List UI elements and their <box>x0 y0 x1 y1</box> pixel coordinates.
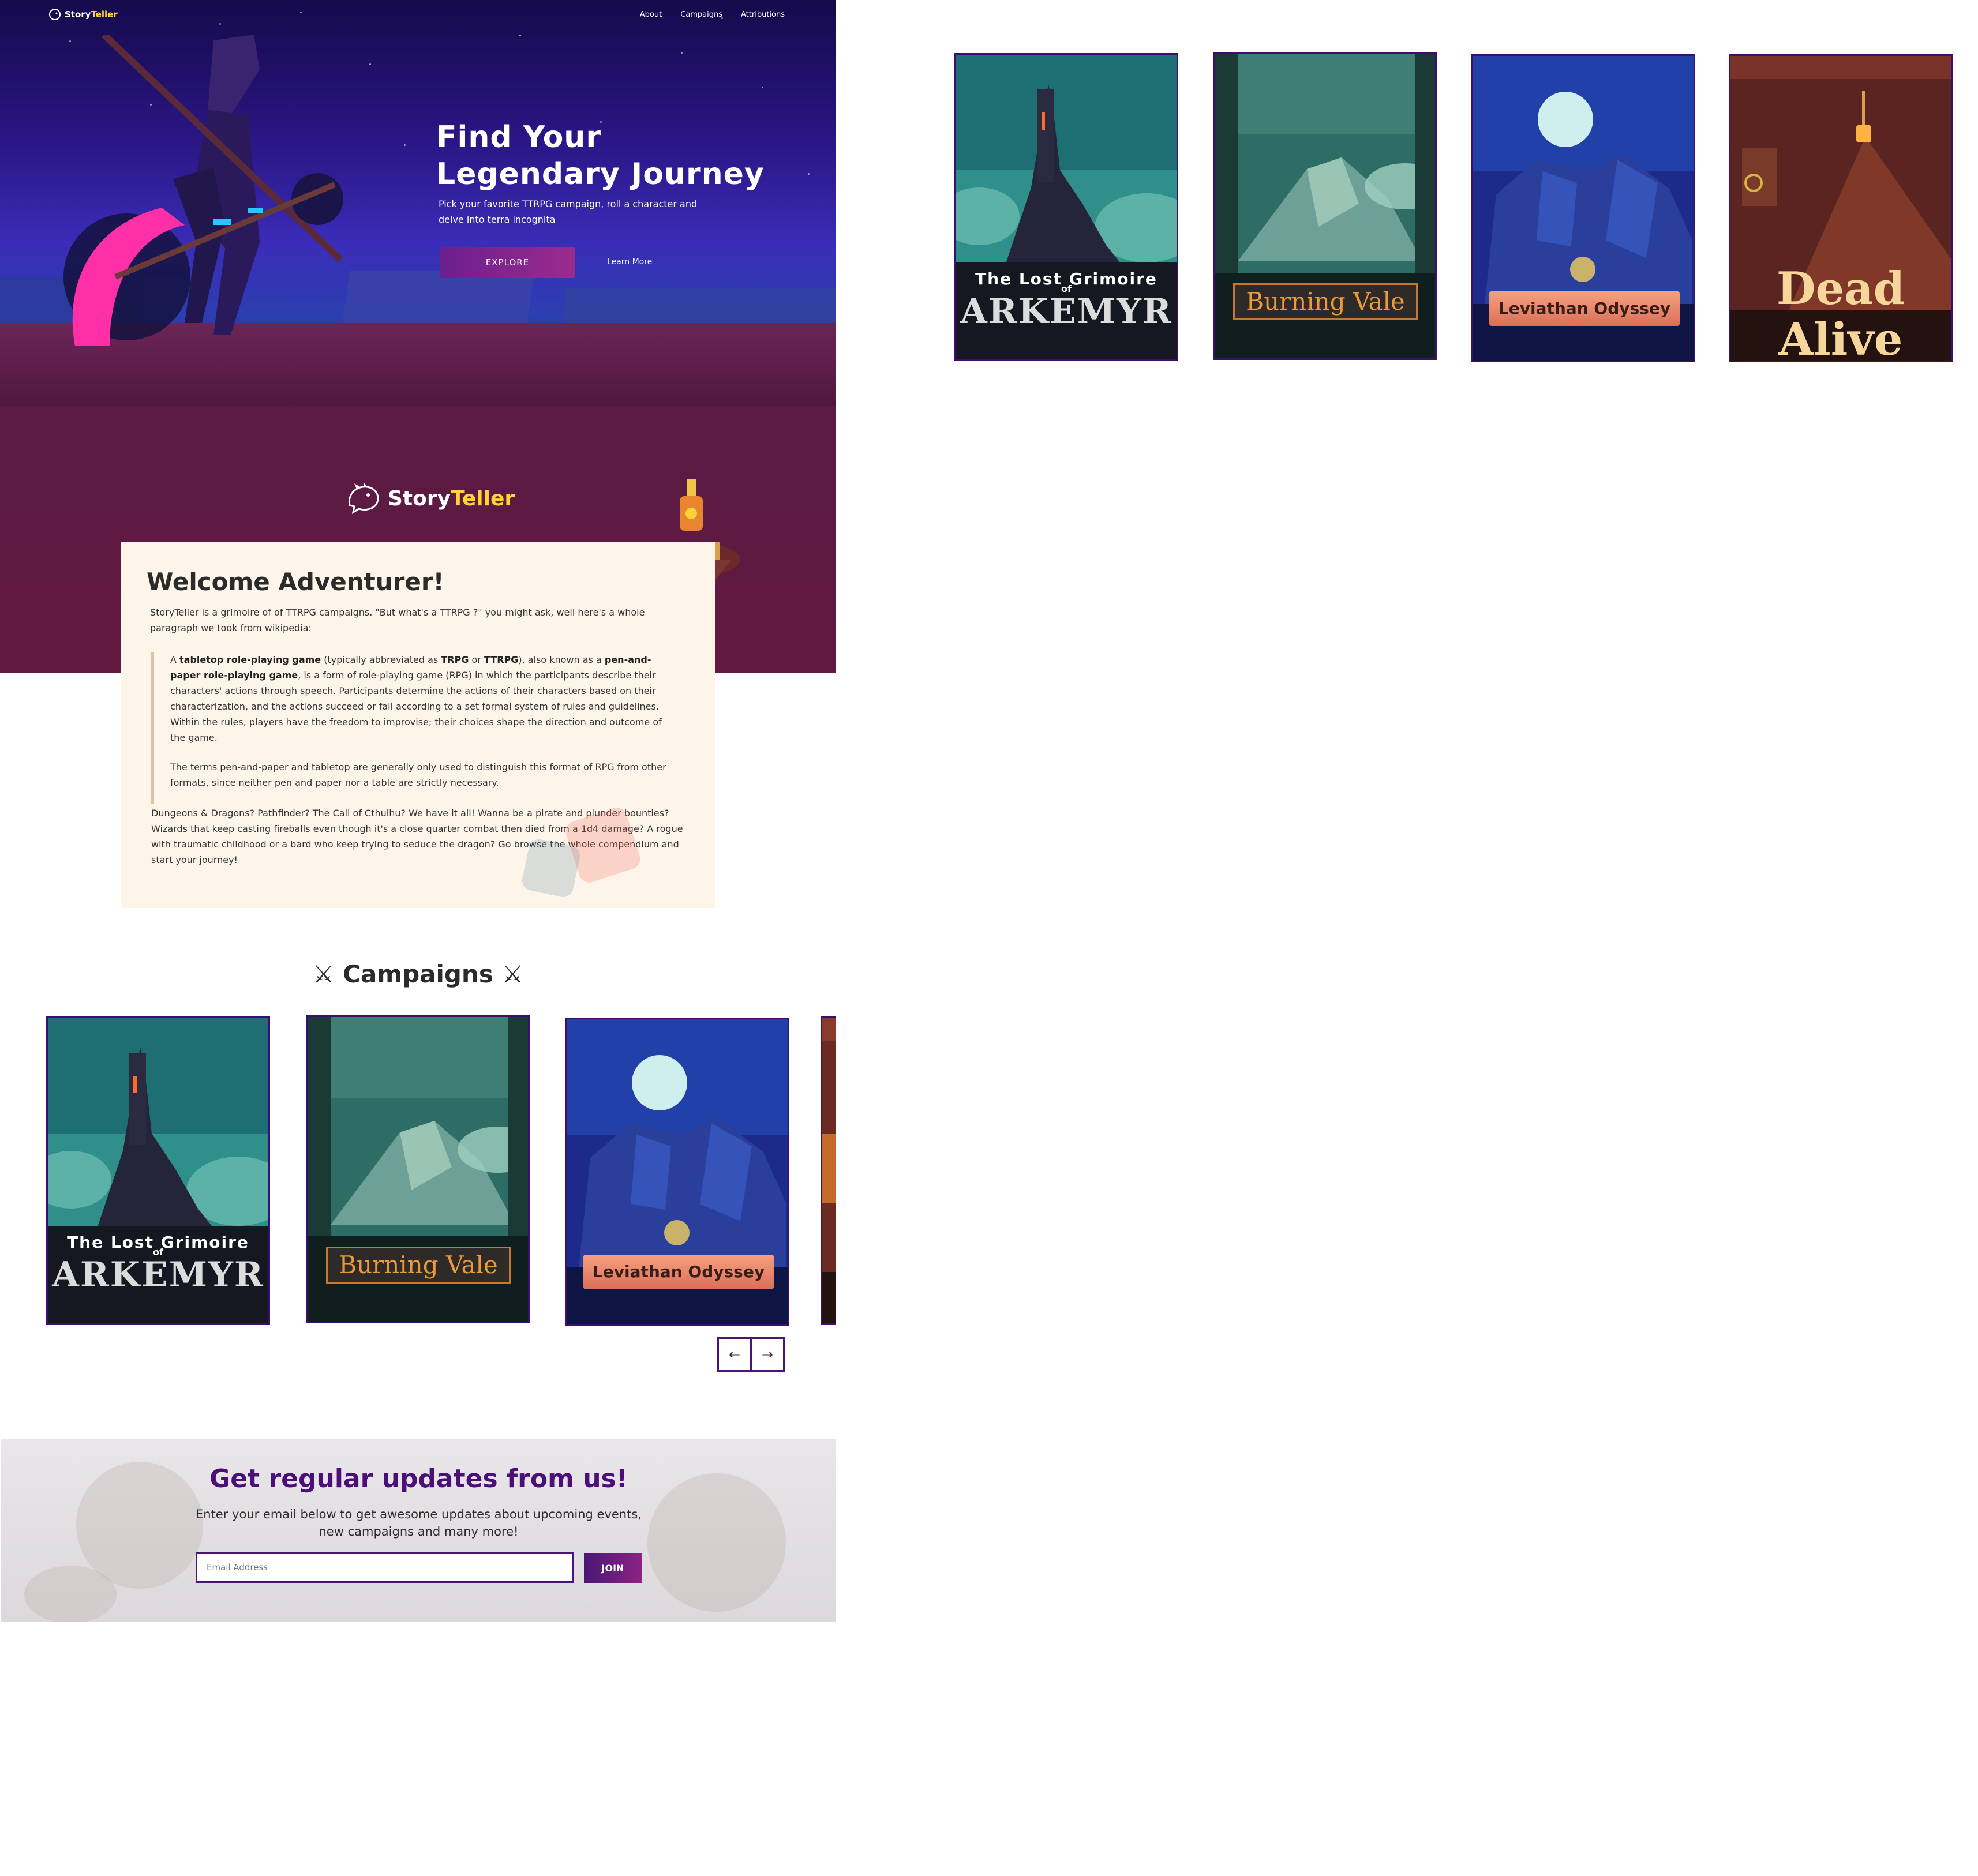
card-title-line3: ARKEMYR <box>52 1255 264 1295</box>
knight-illustration <box>63 35 343 346</box>
brand-logo-small[interactable]: Story Teller <box>48 8 118 21</box>
hero-subtitle-line2: delve into terra incognita <box>439 214 556 225</box>
brand-story: Story <box>388 486 451 511</box>
brand-teller: Teller <box>451 486 515 511</box>
card-title: Dead Alive <box>1730 262 1951 362</box>
quote-term: tabletop role-playing game <box>179 654 321 665</box>
campaign-card-dead-alive-partial[interactable] <box>821 1016 836 1325</box>
nav-link-attributions[interactable]: Attributions <box>741 10 785 19</box>
welcome-intro: StoryTeller is a grimoire of of TTRPG ca… <box>150 607 645 633</box>
carousel-next-button[interactable]: → <box>750 1337 785 1372</box>
gallery-card-leviathan-odyssey[interactable]: Leviathan Odyssey <box>1471 54 1695 362</box>
campaign-card-leviathan-odyssey[interactable]: Leviathan Odyssey <box>565 1018 789 1326</box>
quote-text: , is a form of role-playing game (RPG) i… <box>170 670 662 743</box>
top-navigation: Story Teller About Campaigns Attributions <box>0 0 836 31</box>
wikipedia-quote: A tabletop role-playing game (typically … <box>151 652 678 804</box>
hero-title-line2: Legendary Journey <box>436 157 765 192</box>
card-title: Leviathan Odyssey <box>1489 291 1680 326</box>
dragon-logo-icon <box>348 482 379 515</box>
quote-term: TRPG <box>441 654 469 665</box>
carousel-controls: ← → <box>717 1337 785 1372</box>
learn-more-link[interactable]: Learn More <box>607 257 652 267</box>
quote-paragraph-1: A tabletop role-playing game (typically … <box>170 652 678 745</box>
quote-text: or <box>469 654 484 665</box>
hero-section: Story Teller About Campaigns Attributions… <box>0 0 836 406</box>
card-title-line3: ARKEMYR <box>960 291 1172 332</box>
quote-term: TTRPG <box>484 654 519 665</box>
newsletter-subtitle: Enter your email below to get awesome up… <box>1 1506 836 1540</box>
brand-story: Story <box>65 9 91 20</box>
cliff <box>342 271 535 323</box>
quote-text: A <box>170 654 180 665</box>
gallery-card-burning-vale[interactable]: Burning Vale <box>1213 52 1437 360</box>
card-title: Leviathan Odyssey <box>583 1255 774 1289</box>
dead-alive-artwork <box>822 1018 836 1323</box>
nav-link-campaigns[interactable]: Campaigns <box>680 10 722 19</box>
card-title-line2: Alive <box>1778 313 1903 362</box>
hero-title: Find Your Legendary Journey <box>436 119 782 193</box>
newsletter-subtitle-line2: new campaigns and many more! <box>319 1525 519 1539</box>
newsletter-subtitle-line1: Enter your email below to get awesome up… <box>196 1507 642 1521</box>
quote-text: ), also known as a <box>518 654 605 665</box>
quote-text: (typically abbreviated as <box>321 654 441 665</box>
newsletter-title: Get regular updates from us! <box>209 1464 628 1494</box>
card-title: Burning Vale <box>1233 283 1418 320</box>
landing-page: Story Teller About Campaigns Attributions… <box>0 0 836 1622</box>
join-button[interactable]: JOIN <box>584 1553 642 1583</box>
dice-decoration <box>520 837 582 899</box>
welcome-card: Welcome Adventurer! StoryTeller is a gri… <box>121 542 715 908</box>
explore-button[interactable]: EXPLORE <box>440 247 575 278</box>
tavern-background-shape <box>24 1566 117 1622</box>
brand-logo-large: Story Teller <box>345 482 515 515</box>
dragon-logo-icon <box>49 9 61 20</box>
hero-subtitle: Pick your favorite TTRPG campaign, roll … <box>439 196 739 227</box>
card-title-line1: Dead <box>1776 262 1905 315</box>
quote-paragraph-2: The terms pen-and-paper and tabletop are… <box>170 761 666 788</box>
email-input[interactable] <box>196 1552 574 1583</box>
campaigns-heading: ⚔ Campaigns ⚔ <box>0 960 836 988</box>
card-title: Burning Vale <box>326 1247 511 1284</box>
brand-teller: Teller <box>91 9 118 20</box>
gallery-card-dead-alive[interactable]: Dead Alive <box>1729 54 1953 362</box>
crossed-swords-icon: ⚔ <box>501 960 524 988</box>
welcome-title: Welcome Adventurer! <box>147 568 444 596</box>
campaign-card-arkemyr[interactable]: The Lost Grimoire of ARKEMYR <box>46 1016 270 1325</box>
crossed-swords-icon: ⚔ <box>312 960 335 988</box>
newsletter-section: Get regular updates from us! Enter your … <box>1 1439 836 1622</box>
hero-subtitle-line1: Pick your favorite TTRPG campaign, roll … <box>439 198 698 209</box>
campaign-card-burning-vale[interactable]: Burning Vale <box>306 1015 530 1323</box>
nav-links: About Campaigns Attributions <box>640 10 785 19</box>
campaigns-title: Campaigns <box>343 960 493 988</box>
tavern-background-shape <box>647 1473 786 1612</box>
hero-title-line1: Find Your <box>436 120 601 155</box>
carousel-prev-button[interactable]: ← <box>717 1337 752 1372</box>
nav-link-about[interactable]: About <box>640 10 662 19</box>
gallery-card-arkemyr[interactable]: The Lost Grimoire of ARKEMYR <box>954 53 1178 361</box>
